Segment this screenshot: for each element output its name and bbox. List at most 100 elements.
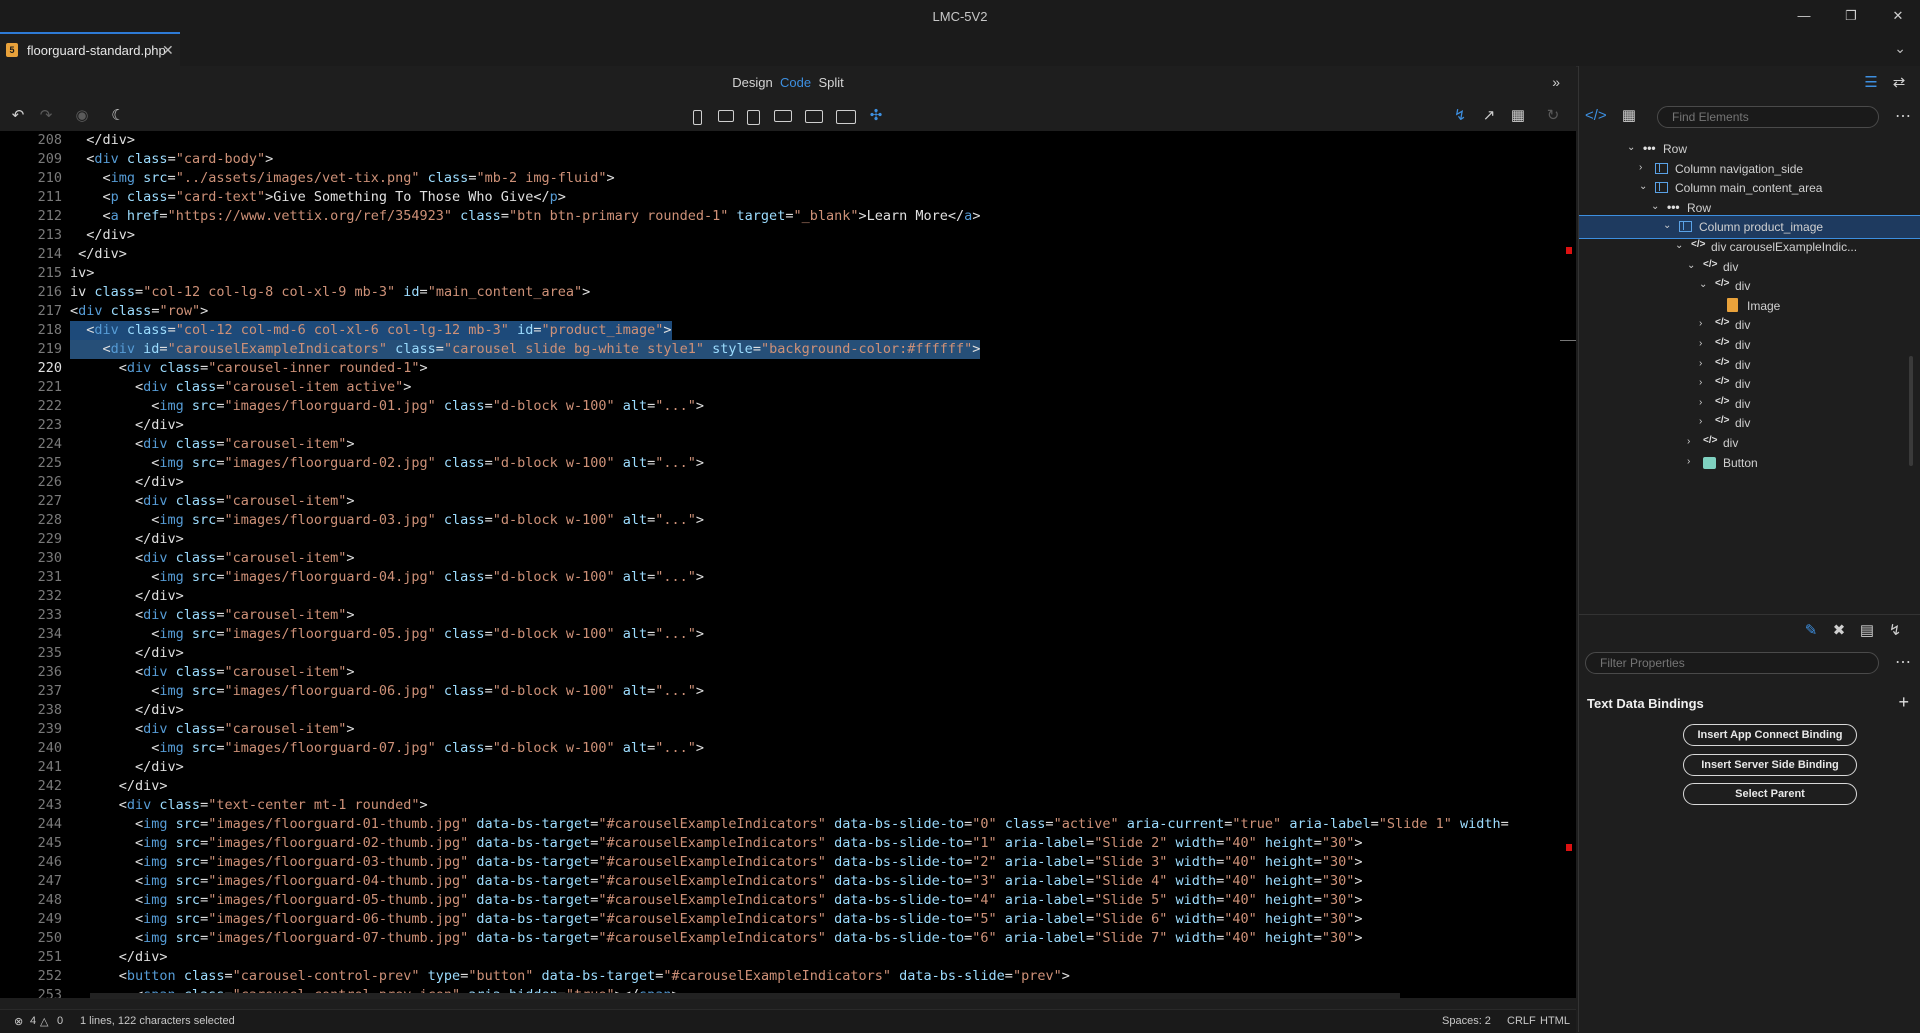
code-line[interactable]: 208 </div> <box>0 131 1576 150</box>
share-icon[interactable]: ↗ <box>1479 106 1499 126</box>
chevron-down-icon[interactable]: ⌄ <box>1699 279 1707 290</box>
code-line[interactable]: 248 <img src="images/floorguard-05-thumb… <box>0 891 1576 910</box>
code-line[interactable]: 215 iv> <box>0 264 1576 283</box>
code-line[interactable]: 214 </div> <box>0 245 1576 264</box>
code-line[interactable]: 227 <div class="carousel-item"> <box>0 492 1576 511</box>
view-mode-code[interactable]: Code <box>780 75 811 90</box>
chevron-right-icon[interactable]: › <box>1699 397 1702 408</box>
chevron-right-icon[interactable]: › <box>1699 416 1702 427</box>
code-line[interactable]: 212 <a href="https://www.vettix.org/ref/… <box>0 207 1576 226</box>
tablet-icon[interactable] <box>747 110 760 125</box>
chevron-down-icon[interactable]: ⌄ <box>1651 201 1659 212</box>
camera-icon[interactable]: ◉ <box>72 106 92 126</box>
view-mode-split[interactable]: Split <box>818 75 843 90</box>
horizontal-scrollbar[interactable] <box>90 993 1400 999</box>
code-line[interactable]: 223 </div> <box>0 416 1576 435</box>
code-line[interactable]: 222 <img src="images/floorguard-01.jpg" … <box>0 397 1576 416</box>
code-line[interactable]: 249 <img src="images/floorguard-06-thumb… <box>0 910 1576 929</box>
code-line[interactable]: 226 </div> <box>0 473 1576 492</box>
chevron-down-icon[interactable]: ⌄ <box>1639 181 1647 192</box>
chevron-right-icon[interactable]: › <box>1687 456 1690 467</box>
warning-count[interactable]: 0 <box>57 1015 63 1027</box>
code-line[interactable]: 221 <div class="carousel-item active"> <box>0 378 1576 397</box>
add-binding-icon[interactable]: + <box>1898 692 1909 713</box>
indent-setting[interactable]: Spaces: 2 <box>1442 1015 1491 1027</box>
insert-app-connect-binding-button[interactable]: Insert App Connect Binding <box>1683 724 1857 746</box>
code-line[interactable]: 211 <p class="card-text">Give Something … <box>0 188 1576 207</box>
code-view-icon[interactable]: </> <box>1585 106 1607 126</box>
code-line[interactable]: 209 <div class="card-body"> <box>0 150 1576 169</box>
tablet-landscape-icon[interactable] <box>718 110 734 122</box>
css3-icon[interactable]: ▤ <box>1857 621 1877 641</box>
qr-icon[interactable]: ▦ <box>1508 106 1528 126</box>
more-options-icon[interactable]: ⋯ <box>1895 652 1911 672</box>
code-line[interactable]: 242 </div> <box>0 777 1576 796</box>
code-line[interactable]: 247 <img src="images/floorguard-04-thumb… <box>0 872 1576 891</box>
chevron-right-icon[interactable]: › <box>1699 377 1702 388</box>
view-mode-design[interactable]: Design <box>732 75 772 90</box>
chevron-down-icon[interactable]: ⌄ <box>1663 220 1671 231</box>
components-icon[interactable]: ▦ <box>1619 106 1639 126</box>
code-line[interactable]: 238 </div> <box>0 701 1576 720</box>
language-mode[interactable]: HTML <box>1540 1015 1570 1027</box>
error-icon[interactable]: ⊗ <box>14 1015 23 1028</box>
code-line[interactable]: 220 <div class="carousel-inner rounded-1… <box>0 359 1576 378</box>
code-line[interactable]: 236 <div class="carousel-item"> <box>0 663 1576 682</box>
code-line[interactable]: 228 <img src="images/floorguard-03.jpg" … <box>0 511 1576 530</box>
code-line[interactable]: 225 <img src="images/floorguard-02.jpg" … <box>0 454 1576 473</box>
code-line[interactable]: 232 </div> <box>0 587 1576 606</box>
find-elements-input[interactable] <box>1657 106 1879 128</box>
code-line[interactable]: 217 <div class="row"> <box>0 302 1576 321</box>
code-line[interactable]: 229 </div> <box>0 530 1576 549</box>
more-options-icon[interactable]: ⋯ <box>1895 106 1911 126</box>
code-line[interactable]: 224 <div class="carousel-item"> <box>0 435 1576 454</box>
mobile-icon[interactable] <box>693 110 702 125</box>
moon-icon[interactable]: ☾ <box>108 106 128 126</box>
chevron-down-icon[interactable]: ⌄ <box>1627 142 1635 153</box>
tree-scrollbar[interactable] <box>1909 356 1913 466</box>
code-line[interactable]: 241 </div> <box>0 758 1576 777</box>
warning-icon[interactable]: △ <box>40 1015 48 1028</box>
code-line[interactable]: 252 <button class="carousel-control-prev… <box>0 967 1576 986</box>
tools-icon[interactable]: ✖ <box>1829 621 1849 641</box>
file-tab[interactable]: 5 floorguard-standard.php ✕ <box>0 32 180 66</box>
code-editor[interactable]: 208 </div> 209 <div class="card-body"> 210… <box>0 131 1576 998</box>
close-window-icon[interactable]: ✕ <box>1887 6 1909 26</box>
chevron-right-icon[interactable]: › <box>1699 358 1702 369</box>
code-line[interactable]: 231 <img src="images/floorguard-04.jpg" … <box>0 568 1576 587</box>
code-line[interactable]: 216 iv class="col-12 col-lg-8 col-xl-9 mb… <box>0 283 1576 302</box>
filter-properties-input[interactable] <box>1585 652 1879 674</box>
minimize-icon[interactable]: — <box>1793 6 1815 26</box>
structure-panel-icon[interactable]: ☰ <box>1861 73 1881 93</box>
code-line[interactable]: 240 <img src="images/floorguard-07.jpg" … <box>0 739 1576 758</box>
code-line[interactable]: 213 </div> <box>0 226 1576 245</box>
code-line[interactable]: 250 <img src="images/floorguard-07-thumb… <box>0 929 1576 948</box>
redo-icon[interactable]: ↷ <box>36 106 56 126</box>
chevron-right-icon[interactable]: › <box>1699 318 1702 329</box>
restore-icon[interactable]: ❐ <box>1840 6 1862 26</box>
code-line[interactable]: 234 <img src="images/floorguard-05.jpg" … <box>0 625 1576 644</box>
code-line[interactable]: 218 <div class="col-12 col-md-6 col-xl-6… <box>0 321 1576 340</box>
swap-icon[interactable]: ⇄ <box>1889 73 1909 93</box>
code-line[interactable]: 237 <img src="images/floorguard-06.jpg" … <box>0 682 1576 701</box>
line-ending[interactable]: CRLF <box>1507 1015 1536 1027</box>
close-tab-icon[interactable]: ✕ <box>162 42 174 59</box>
error-count[interactable]: 4 <box>30 1015 36 1027</box>
responsive-move-icon[interactable]: ✣ <box>866 106 886 126</box>
tree-node[interactable]: › Button <box>1579 452 1920 474</box>
select-parent-button[interactable]: Select Parent <box>1683 783 1857 805</box>
desktop-icon[interactable] <box>805 110 823 123</box>
code-line[interactable]: 230 <div class="carousel-item"> <box>0 549 1576 568</box>
code-line[interactable]: 243 <div class="text-center mt-1 rounded… <box>0 796 1576 815</box>
chevron-right-icon[interactable]: › <box>1687 436 1690 447</box>
lightning-icon[interactable]: ↯ <box>1885 621 1905 641</box>
code-line[interactable]: 210 <img src="../assets/images/vet-tix.p… <box>0 169 1576 188</box>
lightning-icon[interactable]: ↯ <box>1450 106 1470 126</box>
code-line[interactable]: 251 </div> <box>0 948 1576 967</box>
code-line[interactable]: 235 </div> <box>0 644 1576 663</box>
laptop-icon[interactable] <box>774 110 792 122</box>
expand-panel-icon[interactable]: » <box>1552 74 1560 90</box>
refresh-icon[interactable]: ↻ <box>1543 106 1563 126</box>
chevron-down-icon[interactable]: ⌄ <box>1675 240 1683 251</box>
monitor-icon[interactable] <box>836 110 856 124</box>
